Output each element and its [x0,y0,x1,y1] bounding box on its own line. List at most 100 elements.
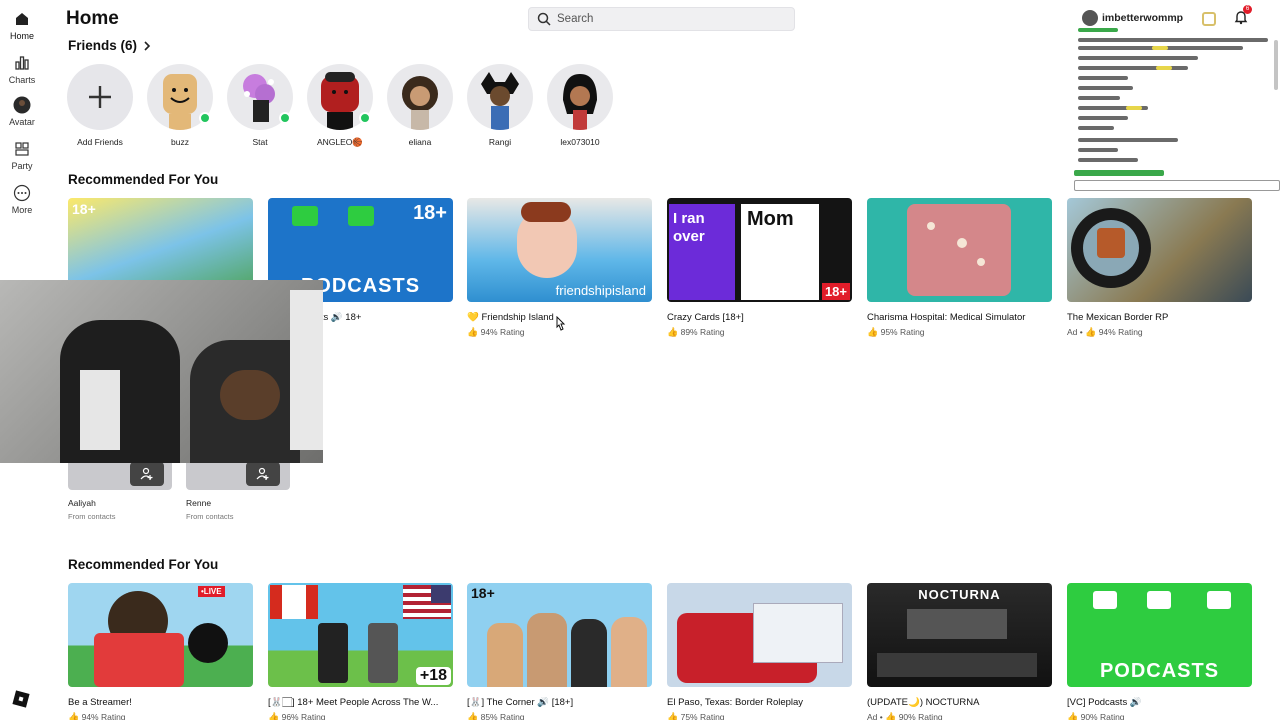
add-friend-button[interactable] [130,462,164,486]
friend-eliana[interactable]: eliana [387,64,453,147]
game-card[interactable]: PODCASTS [VC] Podcasts 🔊 👍 90% Rating [1067,583,1252,720]
game-thumbnail: +18 [268,583,453,687]
online-indicator [279,112,291,124]
friend-name: buzz [171,137,189,147]
add-friends-button[interactable]: Add Friends [67,64,133,147]
contact-name: Aaliyah [68,498,96,508]
nav-home[interactable]: Home [0,10,44,41]
game-thumbnail [667,583,852,687]
game-title: Be a Streamer! [68,697,132,708]
thumbnail-text: NOCTURNA [918,587,1001,602]
friend-stat[interactable]: Stat [227,64,293,147]
game-thumbnail: PODCASTS [1067,583,1252,687]
game-title: Charisma Hospital: Medical Simulator [867,312,1026,323]
game-title: The Mexican Border RP [1067,312,1169,323]
game-card[interactable]: NOCTURNA (UPDATE🌙) NOCTURNA Ad • 👍 90% R… [867,583,1052,720]
search-bar[interactable]: Search [528,7,795,31]
game-title: Crazy Cards [18+] [667,312,744,323]
game-card[interactable]: I ran over Mom 18+ Crazy Cards [18+] 👍 8… [667,198,852,338]
search-placeholder: Search [557,13,594,25]
game-card[interactable]: Charisma Hospital: Medical Simulator 👍 9… [867,198,1052,338]
game-rating: Ad • 👍 94% Rating [1067,327,1143,337]
thumbnail-text: PODCASTS [1099,660,1220,682]
home-icon [16,13,28,25]
party-icon [15,142,29,156]
game-rating: 👍 90% Rating [1067,712,1252,720]
contact-card[interactable]: Renne From contacts [186,462,290,521]
chat-overlay [1072,0,1280,191]
contact-sub: From contacts [68,512,116,521]
friends-header[interactable]: Friends (6) [68,38,151,53]
more-icon [13,184,31,202]
recommended-title-2: Recommended For You [68,557,219,572]
game-title: [VC] Podcasts 🔊 [1067,697,1142,708]
mouse-cursor-icon [556,316,566,331]
nav-avatar-label: Avatar [9,117,35,127]
add-person-icon [256,467,269,480]
game-title: [🐰] The Corner 🔊 [18+] [467,697,574,708]
plus-icon [89,86,111,108]
friend-lex073010[interactable]: lex073010 [547,64,613,147]
search-icon [537,12,551,26]
friend-angleo[interactable]: ANGLEO🏀 [307,64,373,148]
contact-sub: From contacts [186,512,234,521]
live-badge: •LIVE [198,586,225,597]
game-rating: Ad • 👍 90% Rating [867,712,1052,720]
thumbs-up-icon: 👍 [467,712,479,720]
recommended-title: Recommended For You [68,172,219,187]
game-rating: 👍 95% Rating [867,327,925,337]
friend-name: Rangi [488,137,512,147]
friend-buzz[interactable]: buzz [147,64,213,147]
contact-name: Renne [186,498,212,508]
thumbs-up-icon: 👍 [467,327,479,337]
game-rating: 👍 96% Rating [268,712,453,720]
page-title: Home [66,8,119,29]
game-card[interactable]: •LIVE Be a Streamer! 👍 94% Rating [68,583,253,720]
thumbnail-text: friendshipisland [555,283,646,298]
chat-scrollbar[interactable] [1274,40,1278,90]
game-card[interactable]: 18+ [🐰] The Corner 🔊 [18+] 👍 85% Rating [467,583,652,720]
game-title: (UPDATE🌙) NOCTURNA [867,697,980,708]
thumbs-up-icon: 👍 [268,712,280,720]
game-thumbnail: NOCTURNA [867,583,1052,687]
friend-name: ANGLEO🏀 [316,137,363,147]
game-rating: 👍 85% Rating [467,712,652,720]
game-thumbnail [867,198,1052,302]
add-friend-button[interactable] [246,462,280,486]
thumbs-up-icon: 👍 [1067,712,1079,720]
charts-icon [15,56,29,70]
avatar-icon [13,96,31,114]
add-person-icon [140,467,153,480]
contact-card[interactable]: Aaliyah From contacts [68,462,172,521]
nav-more[interactable]: More [0,184,44,215]
age-badge: 18+ [413,202,447,224]
friend-rangi[interactable]: Rangi [467,64,533,147]
age-badge: +18 [415,667,451,685]
age-badge: 18+ [471,585,495,601]
nav-avatar[interactable]: Avatar [0,96,44,127]
game-thumbnail [1067,198,1252,302]
nav-charts-label: Charts [8,75,36,85]
friends-title: Friends (6) [68,38,138,53]
game-card[interactable]: The Mexican Border RP Ad • 👍 94% Rating [1067,198,1252,338]
game-title: [🐰🏻] 18+ Meet People Across The W... [268,697,439,708]
thumbnail-text: Mom [741,204,819,300]
game-title: El Paso, Texas: Border Roleplay [667,697,804,708]
game-thumbnail: •LIVE [68,583,253,687]
nav-charts[interactable]: Charts [0,54,44,85]
thumbs-up-icon: 👍 [885,712,897,720]
game-rating: 👍 89% Rating [667,327,725,337]
age-badge: 18+ [72,201,96,217]
nav-more-label: More [11,205,33,215]
game-card[interactable]: +18 [🐰🏻] 18+ Meet People Across The W...… [268,583,453,720]
age-badge: 18+ [821,283,850,300]
nav-party-label: Party [11,161,33,171]
avatar [467,64,533,130]
game-card[interactable]: El Paso, Texas: Border Roleplay 👍 75% Ra… [667,583,852,720]
thumbs-up-icon: 👍 [68,712,80,720]
nav-home-label: Home [9,31,34,41]
thumbs-up-icon: 👍 [867,327,879,337]
nav-party[interactable]: Party [0,140,44,171]
game-rating: 👍 94% Rating [68,712,253,720]
game-rating: 👍 75% Rating [667,712,852,720]
